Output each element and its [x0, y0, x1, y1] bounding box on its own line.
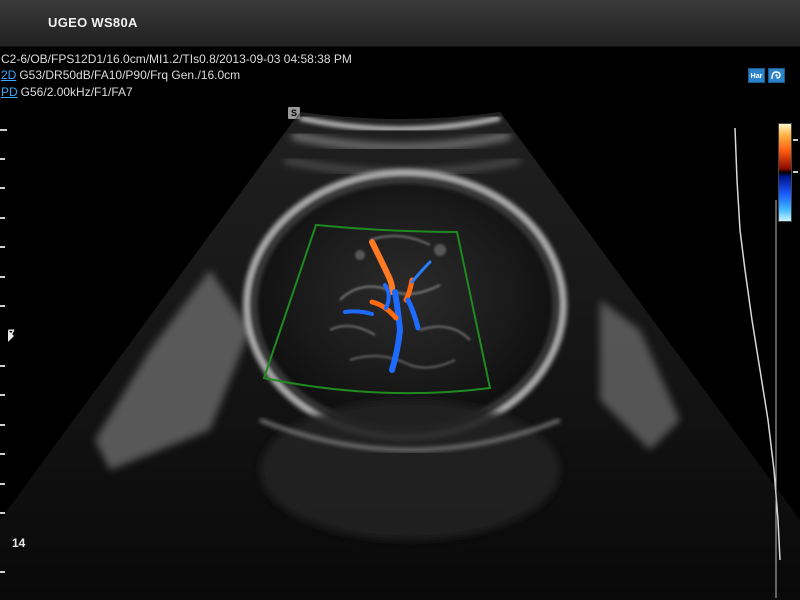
doppler-color-bar [778, 123, 792, 222]
ultrasound-image [0, 112, 800, 600]
colorbar-tick-mid [793, 171, 798, 173]
colorbar-tick-top [793, 139, 798, 141]
depth-ruler-ticks [0, 129, 7, 573]
depth-label-7: 7 [8, 327, 15, 341]
depth-label-14: 14 [12, 536, 26, 550]
